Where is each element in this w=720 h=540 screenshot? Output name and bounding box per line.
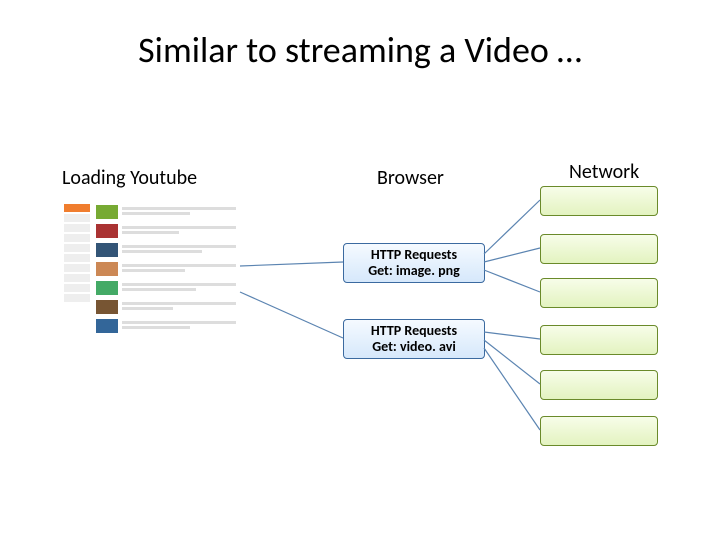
connector-lines: [0, 0, 720, 540]
